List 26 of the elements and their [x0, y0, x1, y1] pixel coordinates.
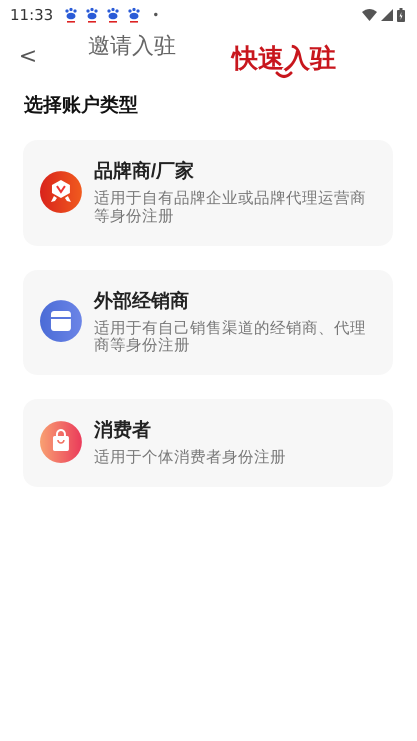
back-button[interactable]: < [18, 44, 38, 68]
card-description: 适用于有自己销售渠道的经销商、代理商等身份注册 [94, 320, 367, 356]
status-dot: • [152, 8, 160, 22]
card-title: 品牌商/厂家 [94, 160, 196, 184]
card-title: 消费者 [94, 419, 152, 444]
paw-icon [127, 7, 142, 23]
card-title: 外部经销商 [94, 290, 190, 314]
badge-icon [40, 170, 82, 213]
card-description: 适用于个体消费者身份注册 [94, 449, 287, 468]
store-icon [40, 300, 82, 342]
paw-icon [106, 7, 120, 23]
smile-indicator-icon [275, 70, 293, 79]
paw-icon [64, 7, 78, 23]
status-time: 11:33 [10, 6, 54, 24]
tab[interactable]: 快速入驻 [232, 43, 336, 79]
card-description: 适用于自有品牌企业或品牌代理运营商等身份注册 [94, 190, 367, 226]
tab[interactable]: 邀请入驻 [88, 33, 176, 79]
section-title: 选择账户类型 [24, 94, 139, 118]
paw-icon [85, 7, 100, 23]
account-type-card[interactable]: 外部经销商 适用于有自己销售渠道的经销商、代理商等身份注册 [23, 270, 393, 376]
account-type-card[interactable]: 消费者 适用于个体消费者身份注册 [23, 399, 393, 488]
signal-icon [381, 9, 393, 21]
wifi-icon [362, 9, 377, 21]
shopping-bag-icon [40, 421, 82, 464]
account-type-card[interactable]: 品牌商/厂家 适用于自有品牌企业或品牌代理运营商等身份注册 [23, 140, 393, 246]
battery-icon [397, 8, 405, 22]
